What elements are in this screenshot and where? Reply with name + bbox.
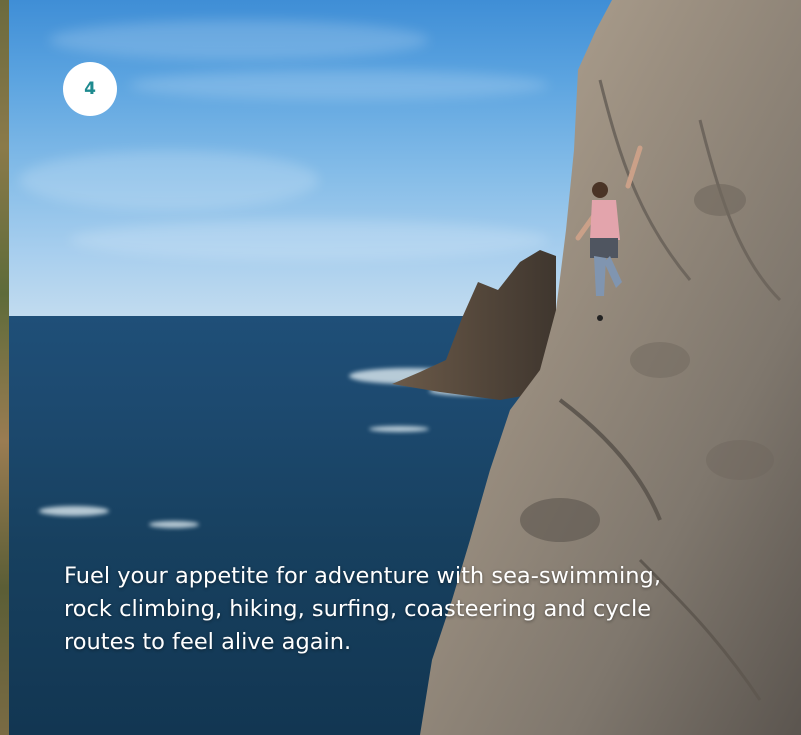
distant-headland bbox=[392, 250, 556, 400]
caption-line-1: Fuel your appetite for adventure with se… bbox=[64, 563, 661, 589]
step-number: 4 bbox=[84, 79, 96, 99]
caption-line-3: routes to feel alive again. bbox=[64, 629, 352, 655]
step-number-badge: 4 bbox=[63, 62, 117, 116]
caption-text: Fuel your appetite for adventure with se… bbox=[64, 560, 744, 659]
photo-frame: 4 Fuel your appetite for adventure with … bbox=[0, 0, 801, 735]
caption-line-2: rock climbing, hiking, surfing, coasteer… bbox=[64, 596, 652, 622]
